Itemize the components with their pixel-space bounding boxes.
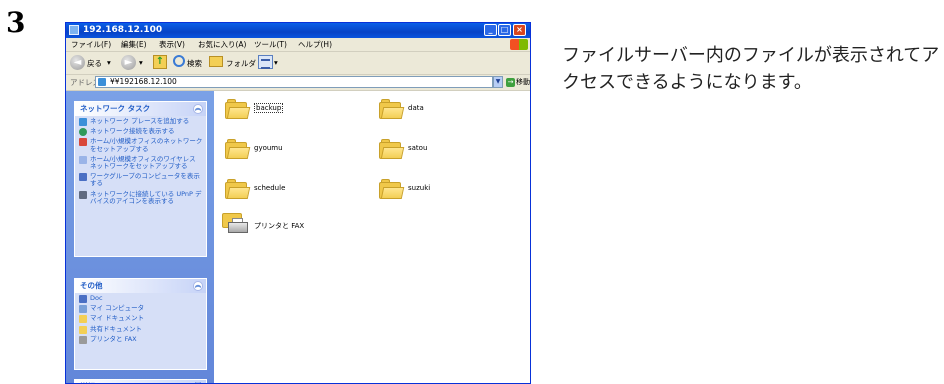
file-list: backup data gyoumu satou schedule suzuki…: [214, 91, 530, 383]
workgroup-icon: [79, 173, 87, 182]
menu-favorites[interactable]: お気に入り(A): [198, 38, 246, 51]
place-my-documents[interactable]: マイ ドキュメント: [75, 313, 206, 324]
place-label: マイ コンピュータ: [90, 304, 145, 313]
other-places-header[interactable]: その他 ︽: [75, 279, 206, 293]
address-input[interactable]: ¥¥192168.12.100: [95, 76, 493, 88]
place-printers-fax[interactable]: プリンタと FAX: [75, 334, 206, 344]
collapse-icon[interactable]: ︽: [193, 104, 203, 114]
place-label: 共有ドキュメント: [90, 324, 142, 333]
search-button-label[interactable]: 検索: [187, 58, 202, 69]
step-description: ファイルサーバー内のファイルが表示されてアクセスできるようになります。: [562, 45, 940, 93]
task-label: ホーム/小規模オフィスのネットワークをセットアップする: [90, 137, 203, 153]
home-network-icon: [79, 138, 87, 147]
title-bar[interactable]: 192.168.12.100 _ □ ×: [66, 23, 530, 38]
computer-icon: [79, 305, 87, 314]
menu-bar: ファイル(F) 編集(E) 表示(V) お気に入り(A) ツール(T) ヘルプ(…: [66, 38, 530, 52]
views-dropdown-icon[interactable]: ▾: [274, 58, 278, 67]
printer-icon: [222, 213, 248, 235]
network-icon: [98, 78, 106, 86]
printers-fax-label: プリンタと FAX: [254, 222, 305, 230]
wireless-network-icon: [79, 155, 87, 164]
folder-icon: [379, 99, 405, 119]
address-dropdown-icon[interactable]: ▼: [493, 76, 503, 88]
place-my-computer[interactable]: マイ コンピュータ: [75, 303, 206, 314]
network-folder-icon: [69, 25, 79, 35]
task-show-upnp[interactable]: ネットワークに接続している UPnP デバイスのアイコンを表示する: [75, 189, 206, 206]
workgroup-icon: [79, 295, 87, 303]
menu-help[interactable]: ヘルプ(H): [298, 38, 332, 51]
address-text: ¥¥192168.12.100: [110, 77, 177, 86]
maximize-button[interactable]: □: [498, 24, 511, 36]
menu-file[interactable]: ファイル(F): [71, 38, 111, 51]
up-folder-icon[interactable]: ↑: [153, 55, 167, 69]
folder-label: suzuki: [408, 184, 431, 192]
folder-label: schedule: [254, 184, 286, 192]
task-add-network-place[interactable]: ネットワーク プレースを追加する: [75, 116, 206, 126]
go-button-label: 移動: [516, 78, 530, 86]
place-label: Doc: [90, 294, 103, 302]
folders-icon[interactable]: [209, 56, 223, 67]
step-number: 3: [6, 6, 26, 39]
task-pane: ネットワーク タスク ︽ ネットワーク プレースを追加する ネットワーク接続を表…: [66, 91, 214, 383]
other-places-title: その他: [80, 281, 103, 290]
task-view-connections[interactable]: ネットワーク接続を表示する: [75, 126, 206, 137]
place-doc[interactable]: Doc: [75, 293, 206, 303]
printer-icon: [79, 335, 87, 344]
task-setup-wireless-network[interactable]: ホーム/小規模オフィスのワイヤレス ネットワークをセットアップする: [75, 154, 206, 171]
address-bar: アドレス(D) ¥¥192168.12.100 ▼ → 移動: [66, 75, 530, 91]
task-view-workgroup[interactable]: ワークグループのコンピュータを表示する: [75, 171, 206, 188]
folder-icon: [379, 179, 405, 199]
go-button[interactable]: → 移動: [506, 76, 530, 88]
place-label: プリンタと FAX: [90, 334, 137, 343]
place-shared-documents[interactable]: 共有ドキュメント: [75, 324, 206, 334]
folder-label: gyoumu: [254, 144, 283, 152]
folders-button-label[interactable]: フォルダ: [226, 58, 256, 69]
task-label: ホーム/小規模オフィスのワイヤレス ネットワークをセットアップする: [90, 154, 196, 171]
folder-icon: [225, 179, 251, 199]
task-label: ワークグループのコンピュータを表示する: [90, 172, 200, 188]
windows-logo-icon: [510, 39, 528, 50]
menu-view[interactable]: 表示(V): [159, 38, 185, 51]
search-icon[interactable]: [173, 55, 185, 67]
menu-edit[interactable]: 編集(E): [121, 38, 147, 51]
place-label: マイ ドキュメント: [90, 314, 145, 323]
folder-icon: [379, 139, 405, 159]
folder-icon: [225, 139, 251, 159]
menu-tools[interactable]: ツール(T): [254, 38, 287, 51]
network-tasks-header[interactable]: ネットワーク タスク ︽: [75, 102, 206, 116]
explorer-window: 192.168.12.100 _ □ × ファイル(F) 編集(E) 表示(V)…: [65, 22, 531, 384]
details-panel: 詳細 ︾: [74, 379, 207, 383]
views-icon[interactable]: [258, 55, 273, 69]
connections-icon: [79, 128, 87, 137]
go-arrow-icon: →: [506, 77, 515, 87]
forward-dropdown-icon[interactable]: ▾: [139, 58, 143, 67]
folder-label: data: [408, 104, 424, 112]
toolbar: ◄ 戻る ▾ ► ▾ ↑ 検索 フォルダ ▾: [66, 52, 530, 75]
shared-folder-icon: [79, 325, 87, 334]
minimize-button[interactable]: _: [484, 24, 497, 36]
details-header[interactable]: 詳細 ︾: [75, 380, 206, 383]
back-button-label[interactable]: 戻る: [87, 58, 102, 69]
back-arrow-icon[interactable]: ◄: [70, 55, 85, 70]
back-dropdown-icon[interactable]: ▾: [107, 58, 111, 67]
folder-icon: [225, 99, 251, 119]
collapse-icon[interactable]: ︽: [193, 281, 203, 291]
close-button[interactable]: ×: [513, 24, 526, 36]
documents-folder-icon: [79, 315, 87, 324]
forward-arrow-icon[interactable]: ►: [121, 55, 136, 70]
task-setup-home-network[interactable]: ホーム/小規模オフィスのネットワークをセットアップする: [75, 136, 206, 153]
network-tasks-title: ネットワーク タスク: [80, 104, 151, 113]
other-places-panel: その他 ︽ Doc マイ コンピュータ マイ ドキュメント 共有ドキュメント プ…: [74, 278, 207, 370]
folder-label: backup: [254, 103, 284, 113]
task-label: ネットワーク プレースを追加する: [90, 117, 190, 125]
upnp-device-icon: [79, 190, 87, 199]
network-tasks-panel: ネットワーク タスク ︽ ネットワーク プレースを追加する ネットワーク接続を表…: [74, 101, 207, 257]
task-label: ネットワーク接続を表示する: [90, 127, 175, 136]
task-label: ネットワークに接続している UPnP デバイスのアイコンを表示する: [90, 189, 202, 205]
window-title: 192.168.12.100: [83, 25, 163, 35]
folder-label: satou: [408, 144, 428, 152]
add-place-icon: [79, 118, 87, 126]
